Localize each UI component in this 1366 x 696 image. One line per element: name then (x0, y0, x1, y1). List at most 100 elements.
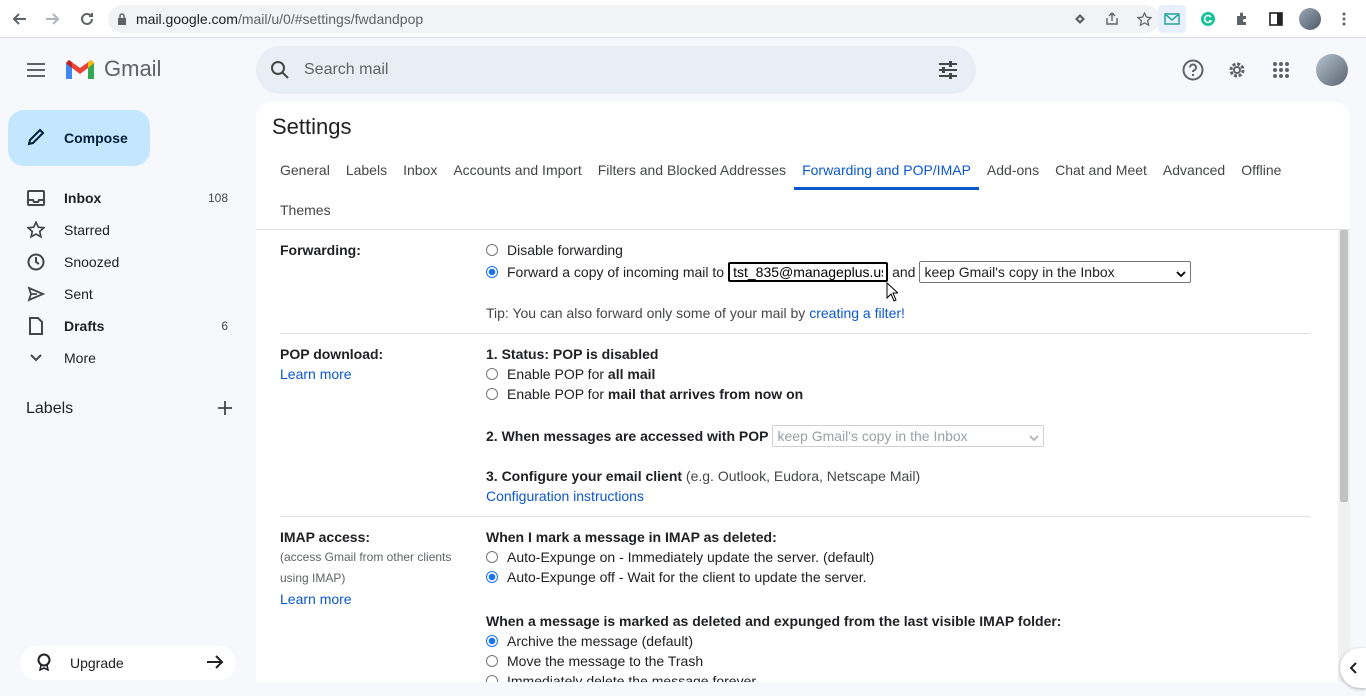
send-icon (26, 284, 46, 304)
search-input[interactable] (304, 61, 920, 79)
apps-grid-icon[interactable] (1266, 55, 1296, 85)
section-divider (280, 333, 1310, 334)
settings-scrollbar[interactable] (1338, 230, 1350, 682)
search-icon[interactable] (256, 60, 304, 80)
imap-access-note: (access Gmail from other clients using I… (280, 550, 452, 585)
grammarly-icon[interactable] (1196, 5, 1220, 33)
tab-add-ons[interactable]: Add-ons (979, 150, 1047, 190)
imap-expunged-heading: When a message is marked as deleted and … (486, 613, 1062, 629)
tab-advanced[interactable]: Advanced (1155, 150, 1233, 190)
forward-icon[interactable] (38, 4, 68, 34)
upgrade-button[interactable]: Upgrade (20, 646, 236, 680)
sidebar-item-inbox[interactable]: Inbox 108 (0, 182, 240, 214)
search-bar[interactable] (256, 46, 976, 94)
configuration-instructions-link[interactable]: Configuration instructions (486, 488, 644, 504)
disable-forwarding-radio[interactable] (486, 244, 498, 256)
tab-general[interactable]: General (272, 150, 338, 190)
tab-themes[interactable]: Themes (272, 190, 339, 230)
tab-offline[interactable]: Offline (1233, 150, 1289, 190)
lock-icon (108, 13, 136, 25)
tab-inbox[interactable]: Inbox (395, 150, 445, 190)
pencil-icon (26, 127, 46, 150)
sidebar-nav: Inbox 108 Starred Snoozed Sent Drafts 6 … (0, 182, 240, 374)
arrow-right-icon (206, 654, 224, 673)
imap-learn-more-link[interactable]: Learn more (280, 591, 352, 607)
enable-pop-now-option[interactable]: Enable POP for mail that arrives from no… (486, 386, 803, 402)
delete-forever-option[interactable]: Immediately delete the message forever (486, 673, 756, 682)
scrollbar-thumb[interactable] (1340, 230, 1348, 502)
pop-status: 1. Status: POP is disabled (486, 346, 659, 362)
enable-pop-all-option[interactable]: Enable POP for all mail (486, 366, 655, 382)
inbox-icon (26, 188, 46, 208)
tab-labels[interactable]: Labels (338, 150, 395, 190)
forward-copy-option[interactable]: Forward a copy of incoming mail to and k… (486, 261, 1192, 283)
delete-forever-radio[interactable] (486, 675, 498, 682)
star-icon (26, 220, 46, 240)
forward-copy-action-select[interactable]: keep Gmail's copy in the Inbox (919, 261, 1192, 283)
pop-learn-more-link[interactable]: Learn more (280, 366, 352, 382)
section-divider (280, 516, 1310, 517)
archive-message-radio[interactable] (486, 635, 498, 647)
forward-copy-radio[interactable] (486, 266, 498, 278)
archive-message-option[interactable]: Archive the message (default) (486, 633, 693, 649)
gmail-logo[interactable]: Gmail (64, 56, 161, 82)
extensions-puzzle-icon[interactable] (1230, 5, 1254, 33)
help-icon[interactable] (1178, 55, 1208, 85)
add-label-plus-icon[interactable] (218, 400, 232, 418)
configure-client-text: 3. Configure your email client (e.g. Out… (486, 468, 921, 484)
sidebar-item-sent[interactable]: Sent (0, 278, 240, 310)
disable-forwarding-option[interactable]: Disable forwarding (486, 242, 623, 258)
chevron-down-icon (26, 348, 46, 368)
profile-avatar[interactable] (1298, 5, 1322, 33)
share-icon[interactable] (1102, 9, 1122, 29)
draft-icon (26, 316, 46, 336)
auto-expunge-on-option[interactable]: Auto-Expunge on - Immediately update the… (486, 549, 874, 565)
gmail-wordmark: Gmail (104, 56, 162, 81)
forwarding-tip: Tip: You can also forward only some of y… (486, 305, 905, 321)
side-panel-icon[interactable] (1264, 5, 1288, 33)
move-to-trash-radio[interactable] (486, 655, 498, 667)
auto-expunge-off-radio[interactable] (486, 571, 498, 583)
upgrade-badge-icon (36, 653, 52, 674)
dropdown-arrow-icon (1029, 428, 1040, 444)
back-icon[interactable] (4, 4, 34, 34)
browser-toolbar: mail.google.com/mail/u/0/#settings/fwdan… (0, 0, 1366, 38)
auto-expunge-off-option[interactable]: Auto-Expunge off - Wait for the client t… (486, 569, 867, 585)
labels-section-header: Labels (26, 400, 232, 418)
gmail-m-icon (66, 60, 94, 79)
search-options-icon[interactable] (920, 61, 976, 79)
bookmark-star-icon[interactable] (1134, 9, 1154, 29)
move-to-trash-option[interactable]: Move the message to the Trash (486, 653, 703, 669)
tab-forwarding-and-pop-imap[interactable]: Forwarding and POP/IMAP (794, 150, 979, 190)
pop-access-row: 2. When messages are accessed with POP k… (486, 425, 1045, 447)
side-panel-toggle-chevron-icon[interactable] (1340, 648, 1366, 688)
main-menu-icon[interactable] (24, 58, 48, 82)
tab-accounts-and-import[interactable]: Accounts and Import (445, 150, 589, 190)
tab-filters-and-blocked-addresses[interactable]: Filters and Blocked Addresses (590, 150, 794, 190)
clock-icon (26, 252, 46, 272)
auto-expunge-on-radio[interactable] (486, 551, 498, 563)
lens-icon[interactable] (1070, 9, 1090, 29)
sidebar-item-starred[interactable]: Starred (0, 214, 240, 246)
enable-pop-now-radio[interactable] (486, 388, 498, 400)
imap-deleted-heading: When I mark a message in IMAP as deleted… (486, 529, 777, 545)
browser-menu-icon[interactable] (1332, 5, 1356, 33)
mail-extension-icon[interactable] (1158, 5, 1186, 33)
reload-icon[interactable] (72, 4, 102, 34)
sidebar-item-more[interactable]: More (0, 342, 240, 374)
sidebar-item-drafts[interactable]: Drafts 6 (0, 310, 240, 342)
address-bar[interactable]: mail.google.com/mail/u/0/#settings/fwdan… (108, 5, 1160, 33)
account-avatar[interactable] (1316, 54, 1348, 86)
forward-address-field[interactable] (728, 262, 889, 282)
tab-chat-and-meet[interactable]: Chat and Meet (1047, 150, 1155, 190)
forwarding-label: Forwarding: (280, 242, 361, 258)
pop-download-label: POP download: (280, 346, 384, 362)
imap-access-label: IMAP access: (280, 529, 371, 545)
sidebar-item-snoozed[interactable]: Snoozed (0, 246, 240, 278)
settings-tabs: General Labels Inbox Accounts and Import… (272, 150, 1302, 230)
settings-gear-icon[interactable] (1222, 55, 1252, 85)
dropdown-arrow-icon (1176, 264, 1187, 280)
enable-pop-all-radio[interactable] (486, 368, 498, 380)
creating-filter-link[interactable]: creating a filter! (809, 305, 905, 321)
compose-button[interactable]: Compose (8, 110, 150, 166)
